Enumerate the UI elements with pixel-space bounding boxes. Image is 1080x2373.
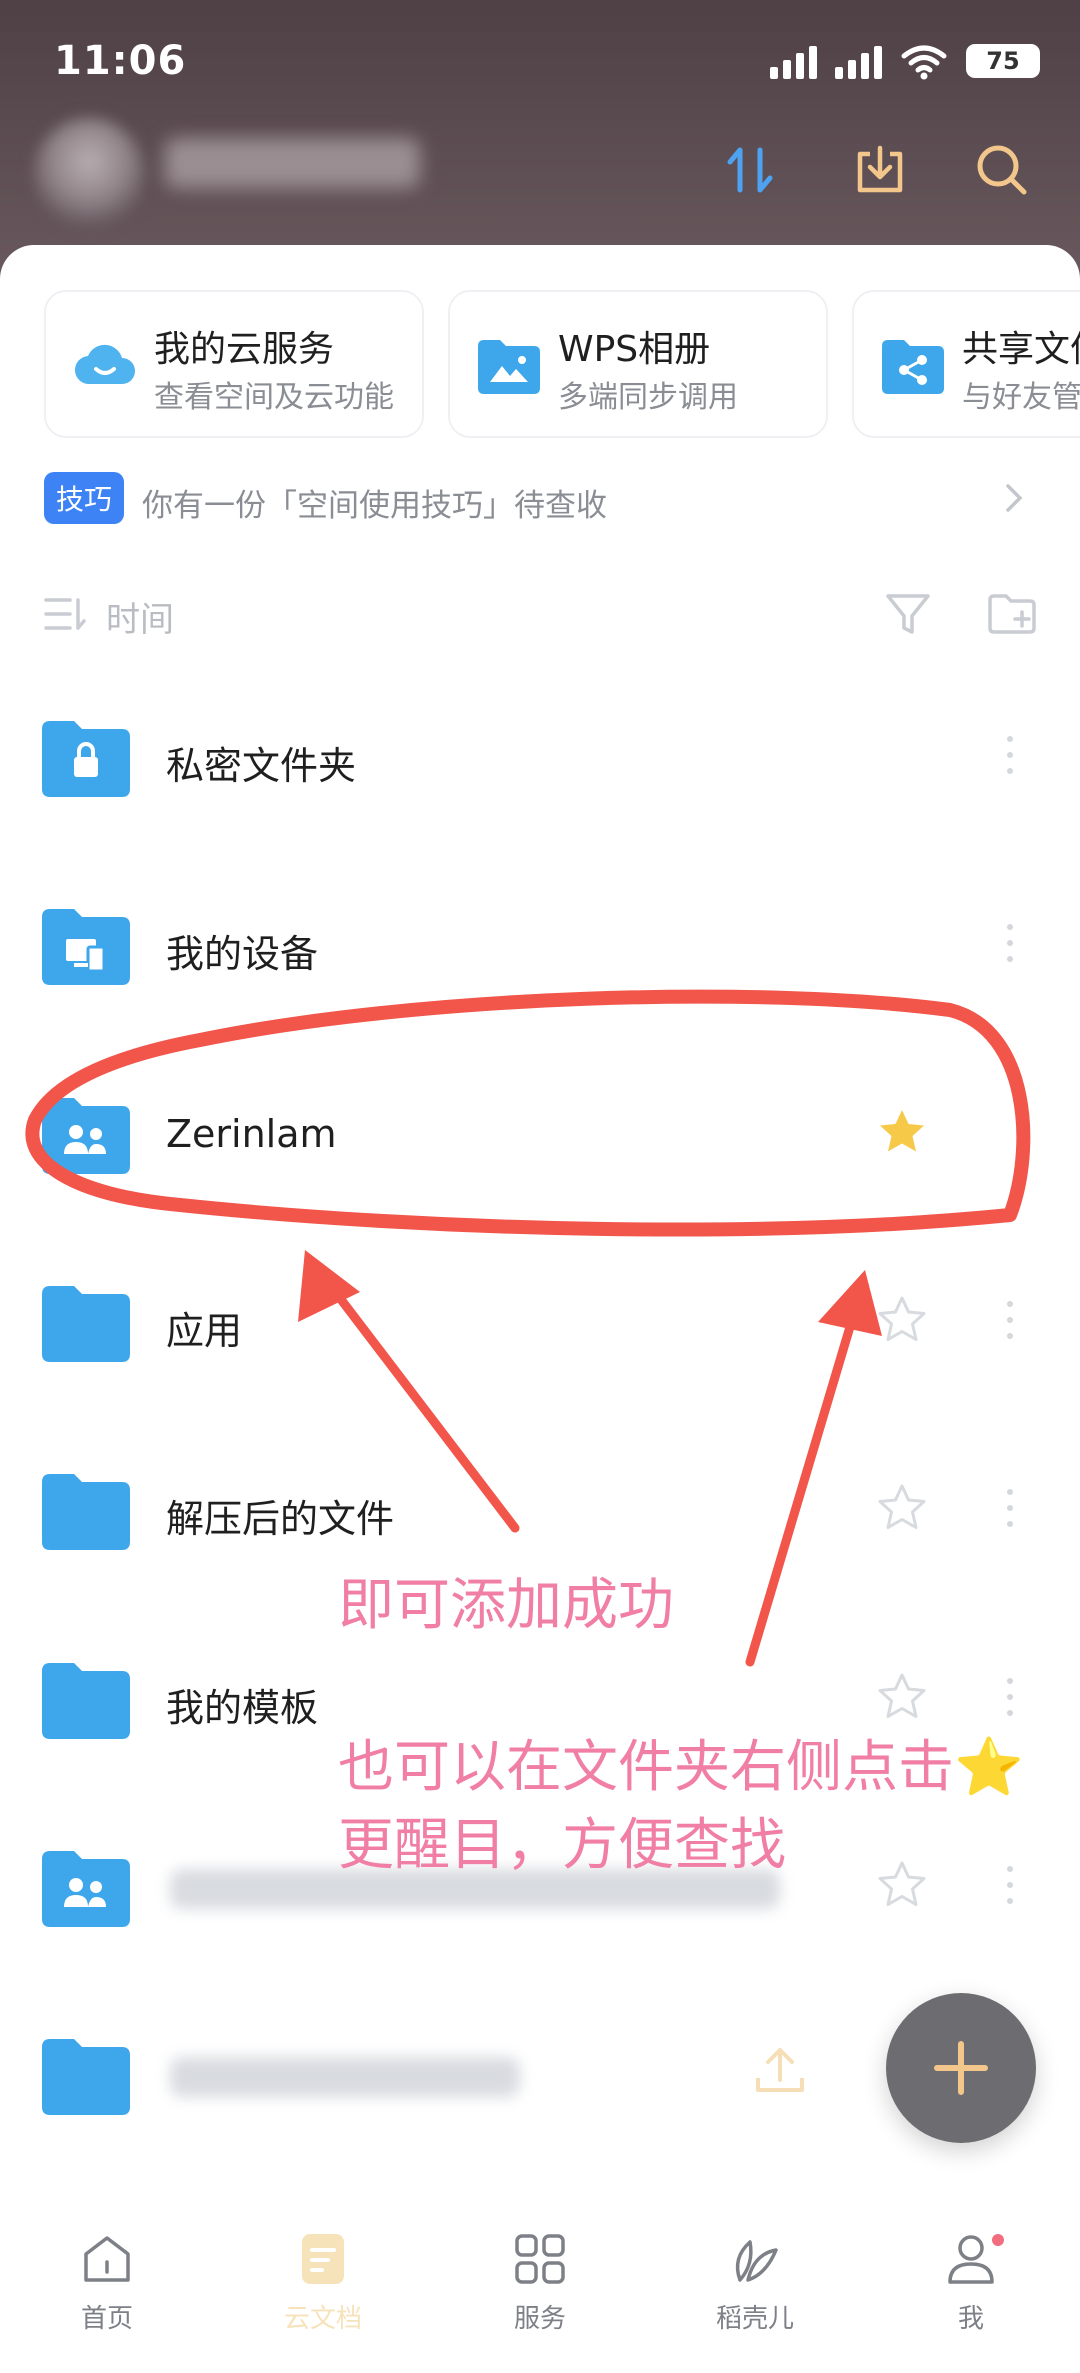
filter-icon[interactable] bbox=[880, 586, 936, 642]
nav-label: 稻壳儿 bbox=[715, 2304, 794, 2334]
star-outline-icon[interactable] bbox=[876, 1294, 928, 1346]
device-folder-icon bbox=[42, 909, 130, 985]
more-icon[interactable] bbox=[998, 729, 1022, 781]
nav-services[interactable]: 服务 bbox=[465, 2230, 615, 2350]
chevron-right-icon bbox=[1006, 484, 1023, 512]
nav-label: 首页 bbox=[80, 2304, 133, 2334]
cloud-icon bbox=[74, 344, 135, 385]
folder-icon bbox=[42, 1474, 130, 1550]
search-button[interactable] bbox=[972, 140, 1032, 200]
grid-icon bbox=[515, 2234, 565, 2284]
sort-arrows-icon bbox=[727, 147, 773, 193]
folder-icon bbox=[42, 2039, 130, 2115]
more-icon[interactable] bbox=[998, 1859, 1022, 1911]
add-fab-button[interactable] bbox=[886, 1993, 1036, 2143]
card-title: 共享文件 bbox=[962, 329, 1080, 370]
download-button[interactable] bbox=[850, 140, 910, 200]
nav-label: 云文档 bbox=[283, 2304, 362, 2334]
wifi-icon bbox=[901, 45, 947, 80]
username-blurred bbox=[165, 138, 420, 188]
folder-icon bbox=[42, 1663, 130, 1739]
battery-indicator: 75 bbox=[966, 44, 1040, 78]
nav-docer[interactable]: 稻壳儿 bbox=[680, 2230, 830, 2350]
nav-cloud-docs[interactable]: 云文档 bbox=[248, 2230, 398, 2350]
star-outline-icon[interactable] bbox=[876, 1482, 928, 1534]
card-title: WPS相册 bbox=[558, 329, 711, 370]
file-name: 我的模板 bbox=[166, 1686, 319, 1730]
star-filled-icon[interactable] bbox=[876, 1106, 928, 1158]
sort-list-icon[interactable] bbox=[44, 594, 88, 634]
annotation-hint-line2: 更醒目，方便查找 bbox=[338, 1813, 786, 1878]
tip-badge: 技巧 bbox=[44, 472, 124, 524]
home-icon bbox=[84, 2236, 130, 2282]
quick-cards: 我的云服务 查看空间及云功能 WPS相册 多端同步调用 共享文件 与好友管理 bbox=[44, 290, 1080, 440]
card-subtitle: 多端同步调用 bbox=[558, 380, 738, 415]
star-outline-icon[interactable] bbox=[876, 1859, 928, 1911]
photo-folder-icon bbox=[478, 340, 540, 394]
shared-folder-icon bbox=[42, 1851, 130, 1927]
card-shared-files[interactable]: 共享文件 与好友管理 bbox=[852, 290, 1080, 438]
card-wps-album[interactable]: WPS相册 多端同步调用 bbox=[448, 290, 828, 438]
shared-folder-icon bbox=[42, 1098, 130, 1174]
status-time: 11:06 bbox=[54, 38, 187, 84]
file-row-devices[interactable]: 我的设备 bbox=[0, 873, 1080, 1023]
sort-label[interactable]: 时间 bbox=[106, 592, 174, 641]
nav-home[interactable]: 首页 bbox=[32, 2230, 182, 2350]
file-name: 我的设备 bbox=[166, 932, 319, 976]
more-icon[interactable] bbox=[998, 1294, 1022, 1346]
star-outline-icon[interactable] bbox=[876, 1671, 928, 1723]
file-name: Zerinlam bbox=[166, 1112, 337, 1156]
more-icon[interactable] bbox=[998, 917, 1022, 969]
annotation-hint-line1: 也可以在文件夹右侧点击⭐ bbox=[338, 1735, 1024, 1800]
file-name: 应用 bbox=[166, 1309, 243, 1353]
bottom-nav: 首页 云文档 服务 稻壳儿 我 bbox=[0, 2200, 1080, 2373]
signal-icon-2 bbox=[835, 43, 882, 79]
lock-folder-icon bbox=[42, 721, 130, 797]
nav-me[interactable]: 我 bbox=[896, 2230, 1046, 2350]
upload-icon[interactable] bbox=[750, 2040, 810, 2100]
file-name: 私密文件夹 bbox=[166, 744, 357, 788]
plus-icon bbox=[934, 2041, 988, 2095]
tip-banner[interactable]: 技巧 你有一份「空间使用技巧」待查收 bbox=[44, 472, 1034, 524]
folder-icon bbox=[42, 1286, 130, 1362]
annotation-success-text: 即可添加成功 bbox=[338, 1573, 674, 1638]
card-cloud-service[interactable]: 我的云服务 查看空间及云功能 bbox=[44, 290, 424, 438]
card-subtitle: 查看空间及云功能 bbox=[154, 380, 394, 415]
nav-label: 我 bbox=[957, 2304, 984, 2334]
nav-label: 服务 bbox=[513, 2304, 566, 2334]
download-tray-icon bbox=[857, 145, 903, 193]
card-subtitle: 与好友管理 bbox=[962, 380, 1080, 415]
more-icon[interactable] bbox=[998, 1671, 1022, 1723]
cloud-doc-icon bbox=[302, 2234, 344, 2284]
file-name-blurred bbox=[170, 2057, 520, 2097]
more-icon[interactable] bbox=[998, 1482, 1022, 1534]
search-icon bbox=[977, 145, 1027, 195]
signal-icon bbox=[770, 43, 817, 79]
share-folder-icon bbox=[882, 340, 944, 394]
file-row-apps[interactable]: 应用 bbox=[0, 1250, 1080, 1400]
card-title: 我的云服务 bbox=[154, 329, 335, 370]
new-folder-icon[interactable] bbox=[984, 586, 1040, 642]
transfer-button[interactable] bbox=[720, 140, 780, 200]
file-name: 解压后的文件 bbox=[166, 1497, 395, 1541]
sort-toolbar: 时间 bbox=[44, 582, 1040, 646]
leaf-icon bbox=[735, 2240, 778, 2282]
file-row-private[interactable]: 私密文件夹 bbox=[0, 685, 1080, 835]
file-row-zerinlam[interactable]: Zerinlam bbox=[0, 1062, 1080, 1212]
status-bar: 11:06 75 bbox=[0, 0, 1080, 120]
avatar[interactable] bbox=[34, 118, 144, 228]
tip-text: 你有一份「空间使用技巧」待查收 bbox=[142, 488, 607, 524]
status-icons: 75 bbox=[770, 42, 1040, 80]
notification-dot bbox=[992, 2234, 1004, 2246]
